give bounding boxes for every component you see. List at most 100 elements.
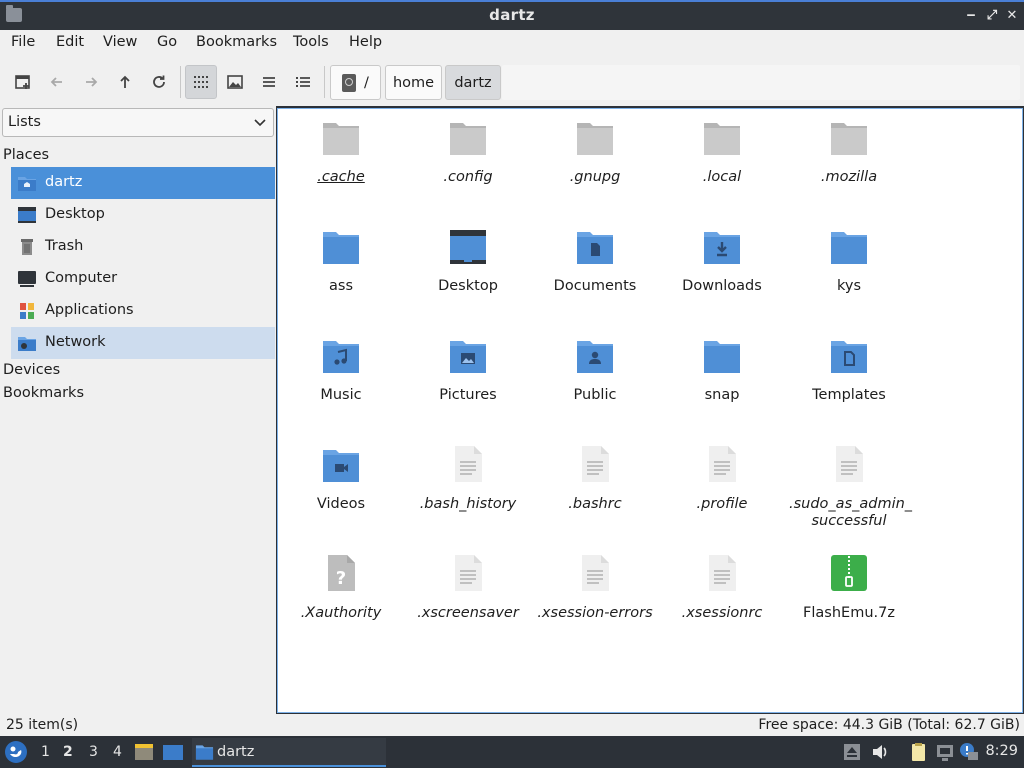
up-button[interactable] [109, 65, 141, 99]
file-item[interactable]: .sudo_as_admin_ successful [789, 444, 912, 534]
network-status-icon[interactable] [935, 742, 955, 762]
file-item[interactable]: Pictures [408, 335, 528, 425]
sidebar-item-network[interactable]: Network [11, 327, 275, 359]
menu-view[interactable]: View [102, 34, 138, 50]
path-crumb-home[interactable]: home [385, 65, 442, 100]
forward-button[interactable] [75, 65, 107, 99]
volume-icon[interactable] [870, 742, 890, 762]
file-item[interactable]: Desktop [408, 226, 528, 316]
file-name: Public [573, 387, 617, 403]
workspace-4[interactable]: 4 [113, 744, 122, 760]
bookmarks-heading[interactable]: Bookmarks [3, 385, 84, 401]
file-item[interactable]: kys [789, 226, 909, 316]
grey-folder-icon [577, 123, 613, 155]
file-name: Videos [316, 496, 366, 512]
file-item[interactable]: FlashEmu.7z [789, 553, 909, 643]
menu-help[interactable]: Help [348, 34, 383, 50]
text-file-icon [455, 555, 482, 591]
file-name: Templates [812, 387, 886, 403]
sidebar-item-dartz[interactable]: dartz [11, 167, 275, 199]
start-menu-icon[interactable] [4, 740, 28, 764]
task-button-dartz[interactable]: dartz [192, 738, 386, 767]
compact-view-button[interactable] [253, 65, 285, 99]
file-item[interactable]: Public [535, 335, 655, 425]
free-space: Free space: 44.3 GiB (Total: 62.7 GiB) [758, 717, 1020, 733]
file-name: kys [836, 278, 861, 294]
update-notifier-icon[interactable] [959, 742, 979, 762]
file-item[interactable]: Documents [535, 226, 655, 316]
file-item[interactable]: .gnupg [535, 117, 655, 207]
file-item[interactable]: .bashrc [535, 444, 655, 534]
detailed-list-button[interactable] [287, 65, 319, 99]
show-desktop-icon[interactable] [162, 742, 184, 762]
menu-edit[interactable]: Edit [55, 34, 85, 50]
sidebar-item-trash[interactable]: Trash [11, 231, 275, 263]
workspace-1[interactable]: 1 [41, 744, 50, 760]
file-item[interactable]: .xsessionrc [662, 553, 782, 643]
sidebar: Lists Places dartz Desktop Trash Compute… [0, 106, 276, 714]
path-crumb-dartz[interactable]: dartz [445, 65, 501, 100]
menu-file[interactable]: File [10, 34, 36, 50]
svg-text:?: ? [336, 568, 346, 589]
menu-bookmarks[interactable]: Bookmarks [195, 34, 278, 50]
file-item[interactable]: .config [408, 117, 528, 207]
clipboard-icon[interactable] [908, 742, 928, 762]
file-name: snap [704, 387, 740, 403]
devices-heading[interactable]: Devices [3, 362, 60, 378]
sidebar-item-desktop[interactable]: Desktop [11, 199, 275, 231]
close-icon[interactable]: ✕ [1003, 7, 1021, 25]
clock[interactable]: 8:29 [985, 743, 1018, 759]
icon-view-icon [194, 76, 208, 88]
desktop-icon [18, 207, 36, 223]
file-item[interactable]: snap [662, 335, 782, 425]
file-name: Downloads [682, 278, 762, 294]
file-name: .gnupg [569, 169, 621, 185]
reload-button[interactable] [143, 65, 175, 99]
folder-icon [831, 232, 867, 264]
menu-go[interactable]: Go [156, 34, 178, 50]
file-item[interactable]: Downloads [662, 226, 782, 316]
thumbnail-view-button[interactable] [219, 65, 251, 99]
new-tab-button[interactable] [7, 65, 39, 99]
file-item[interactable]: .mozilla [789, 117, 909, 207]
sidebar-item-label: Applications [45, 302, 134, 318]
drive-icon [342, 73, 357, 92]
file-view[interactable]: .cache .config .gnupg .local .mozilla ass Desk… [277, 108, 1023, 713]
workspace-2[interactable]: 2 [63, 744, 73, 760]
sidebar-item-applications[interactable]: Applications [11, 295, 275, 327]
file-item[interactable]: .cache [281, 117, 401, 207]
videos-folder-icon [323, 450, 359, 482]
menu-tools[interactable]: Tools [292, 34, 330, 50]
file-item[interactable]: Music [281, 335, 401, 425]
file-name: .bashrc [568, 496, 622, 512]
file-item[interactable]: .xsession-errors [535, 553, 655, 643]
computer-icon [18, 271, 36, 287]
file-item[interactable]: .local [662, 117, 782, 207]
workspace-3[interactable]: 3 [89, 744, 98, 760]
detailed-list-icon [296, 77, 310, 87]
maximize-icon[interactable]: ⤢ [983, 7, 1001, 25]
file-item[interactable]: .bash_history [408, 444, 528, 534]
file-manager-launcher-icon[interactable] [134, 742, 154, 762]
file-item[interactable]: Templates [789, 335, 909, 425]
window-title: dartz [489, 6, 535, 24]
file-name: .config [443, 169, 493, 185]
back-button[interactable] [41, 65, 73, 99]
minimize-icon[interactable]: ‒ [962, 7, 980, 25]
path-root-button[interactable]: / [330, 65, 381, 100]
file-item[interactable]: ass [281, 226, 401, 316]
icon-view-button[interactable] [185, 65, 217, 99]
sidebar-mode-select[interactable]: Lists [2, 108, 274, 137]
file-item[interactable]: .profile [662, 444, 782, 534]
reload-icon [153, 75, 165, 88]
file-item[interactable]: Videos [281, 444, 401, 534]
file-item[interactable]: ? .Xauthority [281, 553, 401, 643]
eject-icon[interactable] [842, 742, 862, 762]
file-item[interactable]: .xscreensaver [408, 553, 528, 643]
file-name: Documents [553, 278, 637, 294]
pictures-folder-icon [450, 341, 486, 373]
sidebar-item-computer[interactable]: Computer [11, 263, 275, 295]
grey-folder-icon [831, 123, 867, 155]
file-name: .Xauthority [300, 605, 382, 621]
folder-icon [323, 232, 359, 264]
